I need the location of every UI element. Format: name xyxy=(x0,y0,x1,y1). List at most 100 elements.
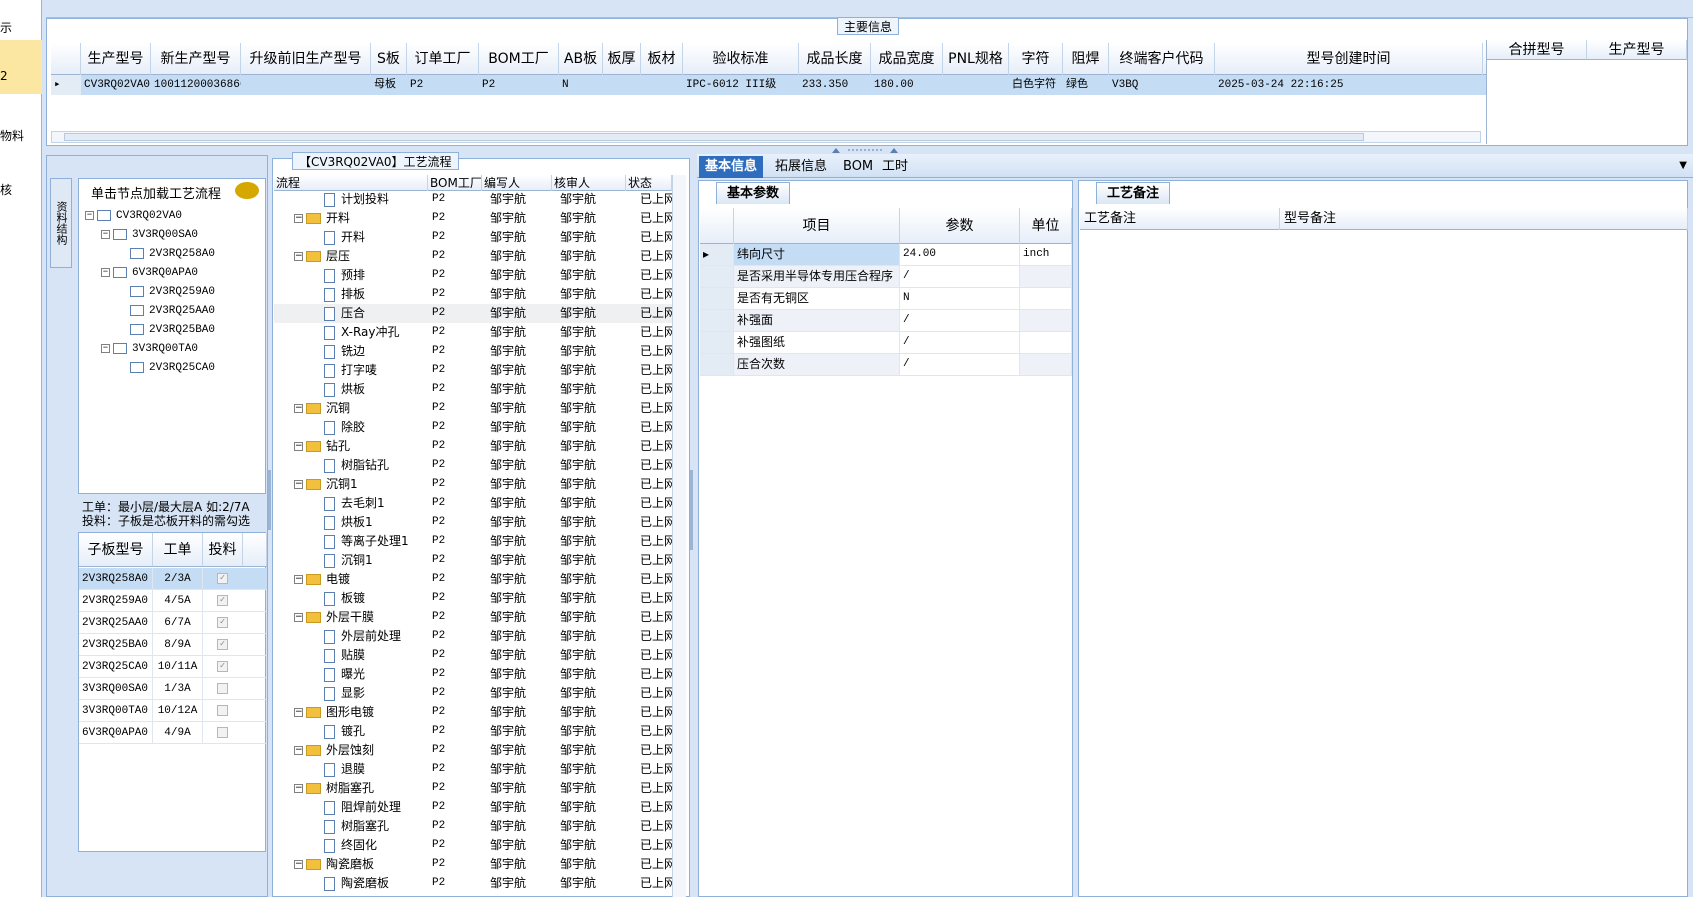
process-row[interactable]: − 沉铜1 P2 邹宇航 邹宇航 已上网 xyxy=(274,475,672,494)
cell[interactable]: N xyxy=(559,75,603,95)
col-header[interactable]: AB板 xyxy=(559,43,603,75)
process-row[interactable]: 镀孔 P2 邹宇航 邹宇航 已上网 xyxy=(274,722,672,741)
process-row[interactable]: − 图形电镀 P2 邹宇航 邹宇航 已上网 xyxy=(274,703,672,722)
param-col-header[interactable]: 参数 xyxy=(900,208,1020,244)
sub-order[interactable]: 1/3A xyxy=(153,678,203,700)
process-row[interactable]: − 陶瓷磨板 P2 邹宇航 邹宇航 已上网 xyxy=(274,855,672,874)
scroll-thumb[interactable] xyxy=(64,133,1364,141)
process-row[interactable]: 陶瓷磨板 P2 邹宇航 邹宇航 已上网 xyxy=(274,874,672,893)
collapse-icon[interactable]: − xyxy=(294,784,303,793)
tree-node[interactable]: − CV3RQ02VA0 xyxy=(85,207,182,225)
sub-model[interactable]: 2V3RQ25BA0 xyxy=(79,634,153,656)
sub-row[interactable]: 2V3RQ25BA0 8/9A ✓ xyxy=(79,634,267,656)
tab-process-notes[interactable]: 工艺备注 xyxy=(1096,182,1171,204)
feed-checkbox[interactable]: ✓ xyxy=(217,639,228,650)
col-header[interactable]: 板材 xyxy=(641,43,683,75)
structure-side-tab[interactable]: 资料结构 xyxy=(50,178,72,268)
sub-col-header[interactable]: 投料 xyxy=(203,533,243,567)
process-row[interactable]: − 钻孔 P2 邹宇航 邹宇航 已上网 xyxy=(274,437,672,456)
process-row[interactable]: − 电镀 P2 邹宇航 邹宇航 已上网 xyxy=(274,570,672,589)
col-header[interactable]: 型号创建时间 xyxy=(1215,43,1483,75)
process-row[interactable]: − 外层蚀刻 P2 邹宇航 邹宇航 已上网 xyxy=(274,741,672,760)
cell[interactable]: V3BQ xyxy=(1109,75,1215,95)
param-row[interactable]: 补强图纸 / xyxy=(700,332,1072,354)
process-row[interactable]: 铣边 P2 邹宇航 邹宇航 已上网 xyxy=(274,342,672,361)
feed-checkbox[interactable]: ✓ xyxy=(217,661,228,672)
collapse-icon[interactable]: − xyxy=(101,343,110,353)
col-header[interactable]: 终端客户代码 xyxy=(1109,43,1215,75)
process-row[interactable]: 终固化 P2 邹宇航 邹宇航 已上网 xyxy=(274,836,672,855)
collapse-icon[interactable]: − xyxy=(101,267,110,277)
col-header[interactable]: 阻焊 xyxy=(1063,43,1109,75)
nav-item-4[interactable]: 核 xyxy=(0,180,42,200)
tab-hours[interactable]: 工时 xyxy=(876,156,914,178)
splitter-mid[interactable] xyxy=(690,470,693,550)
sub-row[interactable]: 3V3RQ00TA0 10/12A xyxy=(79,700,267,722)
horizontal-scrollbar[interactable] xyxy=(51,131,1481,143)
proc-col-header[interactable]: 编写人 xyxy=(482,175,552,191)
col-header[interactable]: BOM工厂 xyxy=(479,43,559,75)
sub-order[interactable]: 10/12A xyxy=(153,700,203,722)
sub-model[interactable]: 6V3RQ0APA0 xyxy=(79,722,153,744)
process-row[interactable]: 树脂塞孔 P2 邹宇航 邹宇航 已上网 xyxy=(274,817,672,836)
notes-col-header[interactable]: 型号备注 xyxy=(1280,208,1688,230)
process-row[interactable]: X-Ray冲孔 P2 邹宇航 邹宇航 已上网 xyxy=(274,323,672,342)
param-value[interactable]: / xyxy=(900,354,1020,375)
cell[interactable]: P2 xyxy=(479,75,559,95)
process-row[interactable]: 去毛刺1 P2 邹宇航 邹宇航 已上网 xyxy=(274,494,672,513)
collapse-icon[interactable]: − xyxy=(101,229,110,239)
proc-col-header[interactable]: 状态 xyxy=(626,175,672,191)
process-row[interactable]: 退膜 P2 邹宇航 邹宇航 已上网 xyxy=(274,760,672,779)
process-row[interactable]: 沉铜1 P2 邹宇航 邹宇航 已上网 xyxy=(274,551,672,570)
param-value[interactable]: 24.00 xyxy=(900,244,1020,265)
process-row[interactable]: 曝光 P2 邹宇航 邹宇航 已上网 xyxy=(274,665,672,684)
collapse-icon[interactable]: − xyxy=(294,708,303,717)
process-row[interactable]: 贴膜 P2 邹宇航 邹宇航 已上网 xyxy=(274,646,672,665)
param-value[interactable]: / xyxy=(900,310,1020,331)
process-row[interactable]: 烘板 P2 邹宇航 邹宇航 已上网 xyxy=(274,380,672,399)
sub-row[interactable]: 2V3RQ25AA0 6/7A ✓ xyxy=(79,612,267,634)
feed-checkbox[interactable] xyxy=(217,727,228,738)
process-row[interactable]: − 开料 P2 邹宇航 邹宇航 已上网 xyxy=(274,209,672,228)
feed-checkbox[interactable]: ✓ xyxy=(217,573,228,584)
sub-order[interactable]: 4/5A xyxy=(153,590,203,612)
proc-col-header[interactable]: 核审人 xyxy=(552,175,626,191)
process-row[interactable]: − 外层干膜 P2 邹宇航 邹宇航 已上网 xyxy=(274,608,672,627)
param-row[interactable]: 是否有无铜区 N xyxy=(700,288,1072,310)
col-header[interactable]: 字符 xyxy=(1009,43,1063,75)
tree-node[interactable]: − 6V3RQ0APA0 xyxy=(101,264,198,282)
cell[interactable]: 母板 xyxy=(371,75,407,95)
col-header[interactable]: 升级前旧生产型号 xyxy=(241,43,371,75)
sub-row[interactable]: 3V3RQ00SA0 1/3A xyxy=(79,678,267,700)
cell[interactable]: 绿色 xyxy=(1063,75,1109,95)
sub-order[interactable]: 2/3A xyxy=(153,568,203,590)
sub-order[interactable]: 6/7A xyxy=(153,612,203,634)
param-col-header[interactable]: 单位 xyxy=(1020,208,1072,244)
col-header[interactable]: PNL规格 xyxy=(943,43,1009,75)
cell[interactable]: 白色字符 xyxy=(1009,75,1063,95)
proc-col-header[interactable]: 流程 xyxy=(274,175,428,191)
vertical-scrollbar[interactable] xyxy=(672,175,686,897)
param-row[interactable]: 压合次数 / xyxy=(700,354,1072,376)
chevron-down-icon[interactable]: ▼ xyxy=(1679,160,1687,171)
cell[interactable]: 233.350 xyxy=(799,75,871,95)
process-row[interactable]: − 沉铜 P2 邹宇航 邹宇航 已上网 xyxy=(274,399,672,418)
proc-col-header[interactable]: BOM工厂 xyxy=(428,175,482,191)
col-header[interactable]: 板厚 xyxy=(603,43,641,75)
col-header[interactable]: 验收标准 xyxy=(683,43,799,75)
cell[interactable] xyxy=(641,75,683,95)
tab-basic-params[interactable]: 基本参数 xyxy=(716,182,791,204)
col-header[interactable]: 成品长度 xyxy=(799,43,871,75)
main-info-row[interactable]: ▸ CV3RQ02VA0 10011200036866 母板 P2 P2 N I… xyxy=(51,75,1487,95)
sub-model[interactable]: 3V3RQ00SA0 xyxy=(79,678,153,700)
process-row[interactable]: 烘板1 P2 邹宇航 邹宇航 已上网 xyxy=(274,513,672,532)
param-row[interactable]: ▸ 纬向尺寸 24.00 inch xyxy=(700,244,1072,266)
collapse-icon[interactable]: − xyxy=(294,480,303,489)
tree-node[interactable]: 2V3RQ25AA0 xyxy=(117,302,215,320)
collapse-icon[interactable]: − xyxy=(294,860,303,869)
tab-bom[interactable]: BOM xyxy=(837,156,879,178)
cell[interactable] xyxy=(943,75,1009,95)
splitter-left[interactable] xyxy=(268,470,271,530)
feed-checkbox[interactable]: ✓ xyxy=(217,595,228,606)
collapse-icon[interactable]: − xyxy=(85,210,94,220)
